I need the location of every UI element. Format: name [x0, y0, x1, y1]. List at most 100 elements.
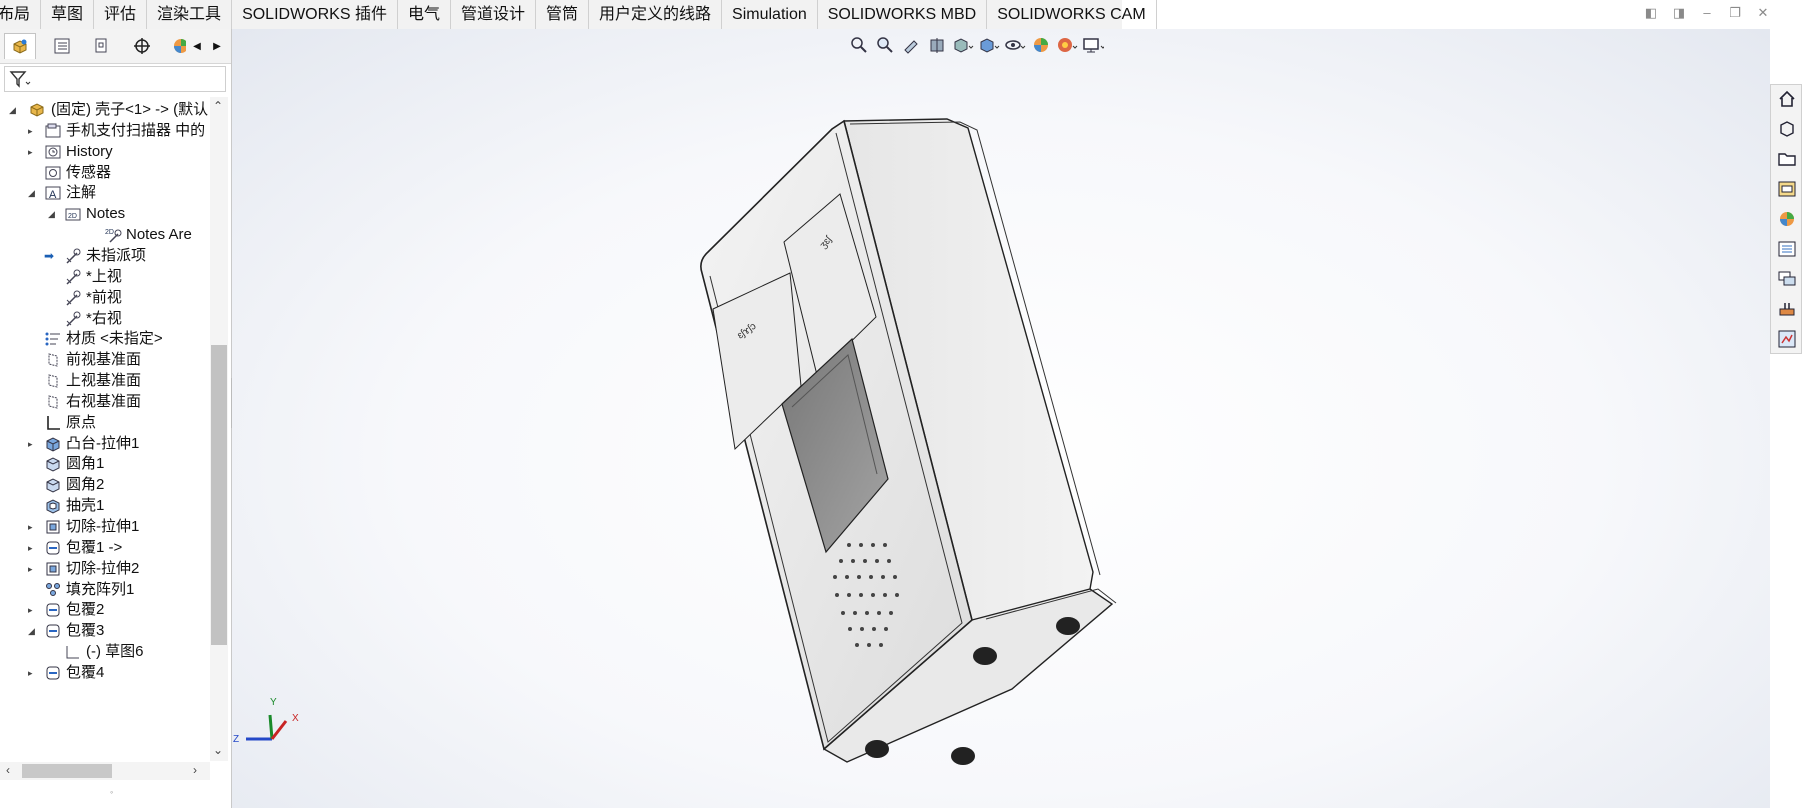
- view-icon: [64, 310, 82, 328]
- active-arrow-icon: ➡: [44, 248, 55, 263]
- sensor-icon: [44, 164, 62, 182]
- home-icon[interactable]: [1777, 89, 1797, 109]
- edit-appearance-icon[interactable]: [1030, 34, 1052, 56]
- feature-tree: ◢ (固定) 壳子<1> -> (默认 ▸ 手机支付扫描器 中的 ▸ History 传…: [0, 97, 210, 787]
- svg-text:A: A: [49, 189, 57, 201]
- expand-arrow-icon[interactable]: ▸: [28, 543, 38, 553]
- fillet-icon: [44, 455, 62, 473]
- restore-right-icon[interactable]: ◨: [1672, 6, 1686, 20]
- custom-properties-icon[interactable]: [1777, 239, 1797, 259]
- tree-item[interactable]: ▸ 包覆4: [0, 661, 210, 685]
- view-icon: [64, 247, 82, 265]
- command-tab[interactable]: 布局: [0, 0, 42, 29]
- expand-arrow-icon[interactable]: ▸: [28, 668, 38, 678]
- appearances-icon[interactable]: [1777, 209, 1797, 229]
- notes-area-icon: 2D: [104, 226, 122, 244]
- panel-tab-scroll-left-icon[interactable]: ◀: [188, 33, 206, 59]
- solidworks-cam-icon[interactable]: [1777, 299, 1797, 319]
- view-settings-icon[interactable]: [1082, 34, 1104, 56]
- expand-arrow-icon[interactable]: ▸: [28, 564, 38, 574]
- triad-y-label: Y: [270, 697, 277, 708]
- minimize-icon[interactable]: –: [1700, 6, 1714, 20]
- command-tab[interactable]: 电气: [398, 0, 451, 29]
- command-tab[interactable]: SOLIDWORKS MBD: [818, 0, 988, 29]
- task-pane-tabs: [1770, 84, 1802, 354]
- plane-icon: [44, 372, 62, 390]
- command-tab[interactable]: Simulation: [722, 0, 818, 29]
- command-tab[interactable]: 管道设计: [451, 0, 537, 29]
- history-icon: [44, 143, 62, 161]
- scroll-right-icon[interactable]: ›: [193, 763, 197, 777]
- command-manager-tabs: 布局 草图 评估 渲染工具 SOLIDWORKS 插件 电气 管道设计 管筒 用户定义的线路 Si…: [0, 0, 1157, 30]
- plane-icon: [44, 393, 62, 411]
- feature-manager-panel: ◀ ▶ ◢ (固定) 壳子<1> -> (默认 ▸ 手机支付扫描器 中的 ▸ Hist…: [0, 29, 232, 808]
- wrap-icon: [44, 601, 62, 619]
- zoom-to-area-icon[interactable]: [874, 34, 896, 56]
- expand-arrow-icon[interactable]: ▸: [28, 147, 38, 157]
- configuration-manager-icon[interactable]: [86, 33, 118, 59]
- previous-view-icon[interactable]: [900, 34, 922, 56]
- apply-scene-icon[interactable]: [1056, 34, 1078, 56]
- expand-arrow-icon[interactable]: ▸: [28, 439, 38, 449]
- feature-manager-icon[interactable]: [4, 33, 36, 59]
- collapse-arrow-icon[interactable]: ◢: [9, 105, 19, 115]
- tree-horizontal-scroll-thumb[interactable]: [22, 764, 112, 778]
- collapse-arrow-icon[interactable]: ◢: [48, 209, 58, 219]
- wrap-icon: [44, 622, 62, 640]
- graphics-area[interactable]: ɛʃɤʃɔ ʒɛʃ Y X Z: [232, 29, 1770, 808]
- resources-icon[interactable]: [1777, 119, 1797, 139]
- property-manager-icon[interactable]: [46, 33, 78, 59]
- tree-vertical-scroll-thumb[interactable]: [211, 345, 227, 645]
- scroll-down-icon[interactable]: ⌄: [213, 743, 223, 757]
- appearance-icon[interactable]: [168, 33, 190, 59]
- restore-left-icon[interactable]: ◧: [1644, 6, 1658, 20]
- command-tab[interactable]: 渲染工具: [147, 0, 233, 29]
- view-orientation-icon[interactable]: [952, 34, 974, 56]
- command-tab[interactable]: 用户定义的线路: [589, 0, 723, 29]
- view-icon: [64, 268, 82, 286]
- fillet-icon: [44, 476, 62, 494]
- filter-icon[interactable]: [9, 70, 31, 92]
- collapse-arrow-icon[interactable]: ◢: [28, 626, 38, 636]
- wrap-icon: [44, 539, 62, 557]
- material-icon: [44, 330, 62, 348]
- dimxpert-icon[interactable]: [126, 33, 158, 59]
- file-explorer-icon[interactable]: [1777, 179, 1797, 199]
- forum-icon[interactable]: [1777, 269, 1797, 289]
- part-icon: [28, 101, 46, 119]
- hide-show-items-icon[interactable]: [1004, 34, 1026, 56]
- panel-tabs: ◀ ▶: [0, 29, 231, 64]
- tree-item-label: 包覆4: [66, 663, 105, 681]
- folder-icon: [44, 122, 62, 140]
- expand-arrow-icon[interactable]: ▸: [28, 605, 38, 615]
- expand-arrow-icon[interactable]: ▸: [28, 126, 38, 136]
- zoom-to-fit-icon[interactable]: [848, 34, 870, 56]
- collapse-arrow-icon[interactable]: ◢: [28, 188, 38, 198]
- display-style-icon[interactable]: [978, 34, 1000, 56]
- tree-filter[interactable]: [4, 66, 226, 92]
- triad-x-label: X: [292, 713, 299, 724]
- command-tab[interactable]: SOLIDWORKS 插件: [232, 0, 398, 29]
- scroll-left-icon[interactable]: ‹: [6, 763, 10, 777]
- model-view: ɛʃɤʃɔ ʒɛʃ Y X Z: [233, 118, 1117, 765]
- maximize-icon[interactable]: ❐: [1728, 6, 1742, 20]
- close-icon[interactable]: ✕: [1756, 6, 1770, 20]
- plane-icon: [44, 351, 62, 369]
- command-tab[interactable]: SOLIDWORKS CAM: [987, 0, 1157, 29]
- section-view-icon[interactable]: [926, 34, 948, 56]
- boss-extrude-icon: [44, 435, 62, 453]
- window-controls: ◧ ◨ – ❐ ✕: [1644, 6, 1770, 20]
- command-tab[interactable]: 管筒: [536, 0, 590, 29]
- triad-z-label: Z: [233, 734, 239, 745]
- design-library-icon[interactable]: [1777, 149, 1797, 169]
- origin-icon: [44, 414, 62, 432]
- expand-arrow-icon[interactable]: ▸: [28, 522, 38, 532]
- command-tab[interactable]: 草图: [41, 0, 95, 29]
- panel-resize-grip-icon[interactable]: ◦: [110, 787, 113, 797]
- scanner-model[interactable]: ɛʃɤʃɔ ʒɛʃ: [700, 118, 1117, 765]
- panel-tab-scroll-right-icon[interactable]: ▶: [208, 33, 226, 59]
- recognizer-icon[interactable]: [1777, 329, 1797, 349]
- heads-up-view-toolbar: [848, 33, 1104, 57]
- command-tab[interactable]: 评估: [94, 0, 148, 29]
- scroll-up-icon[interactable]: ⌃: [213, 99, 223, 113]
